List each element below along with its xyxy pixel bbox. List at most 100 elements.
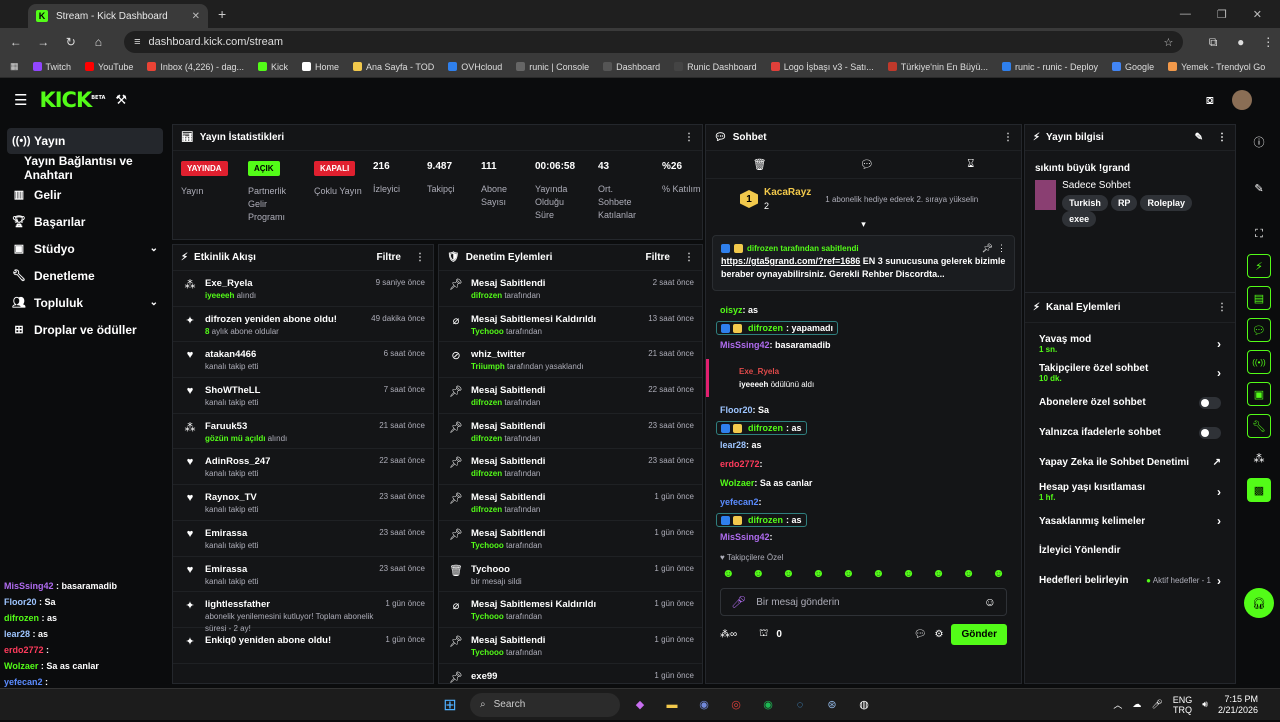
mic-tray-icon[interactable]: 🎤︎	[1151, 699, 1162, 710]
close-window-icon[interactable]: ✕	[1253, 8, 1262, 21]
avatar[interactable]	[1232, 90, 1252, 110]
send-button[interactable]: Gönder	[951, 624, 1007, 645]
bookmark-item[interactable]: Twitch	[32, 62, 71, 72]
back-icon[interactable]: ←	[4, 35, 28, 49]
emote-icon[interactable]: ☻	[872, 566, 885, 580]
bookmark-item[interactable]: Dashboard	[603, 62, 660, 72]
menu-icon[interactable]: ⋮	[1256, 35, 1280, 49]
emote-icon[interactable]: ☻	[752, 566, 765, 580]
info-icon[interactable]: ⓘ	[1247, 130, 1271, 154]
studio-icon[interactable]: ▣	[1247, 382, 1271, 406]
clock-time[interactable]: 7:15 PM	[1218, 694, 1258, 705]
extensions-icon[interactable]: ⧉	[1201, 35, 1225, 50]
lightning-icon[interactable]: ⚡︎	[1247, 254, 1271, 278]
channel-action-row[interactable]: Hesap yaşı kısıtlaması 1 hf. ›	[1025, 477, 1235, 507]
emote-icon[interactable]: ☻	[902, 566, 915, 580]
minimize-icon[interactable]: —	[1180, 8, 1191, 21]
more-options-icon[interactable]: ⋮	[684, 132, 694, 143]
channel-action-row[interactable]: Yasaklanmış kelimeler ›	[1025, 507, 1235, 537]
channel-action-row[interactable]: Abonelere özel sohbet	[1025, 388, 1235, 418]
steam-icon[interactable]: ⊛	[820, 693, 844, 717]
more-options-icon[interactable]: ⋮	[1003, 132, 1013, 143]
more-options-icon[interactable]: ⋮	[684, 252, 694, 263]
bookmark-item[interactable]: Kick	[257, 62, 288, 72]
profile-icon[interactable]: ●	[1229, 35, 1253, 49]
chat-user[interactable]: erdo2772	[720, 459, 760, 469]
bookmark-item[interactable]: runic - runic - Deploy	[1002, 62, 1098, 72]
sidebar-item-basarilar[interactable]: 🏆︎ Başarılar	[0, 208, 170, 235]
chat-user[interactable]: Wolzaer	[720, 478, 754, 488]
category-name[interactable]: Sadece Sohbet	[1062, 180, 1225, 191]
sidebar-item-droplar[interactable]: ⊞ Droplar ve ödüller	[0, 316, 170, 343]
sidebar-item-stream-key[interactable]: Yayın Bağlantısı ve Anahtarı	[0, 154, 170, 182]
maximize-icon[interactable]: ❐	[1217, 8, 1227, 21]
support-icon[interactable]: 🎧︎	[1244, 588, 1274, 618]
toggle-switch[interactable]	[1199, 396, 1221, 409]
app-icon[interactable]: ◌	[788, 693, 812, 717]
more-options-icon[interactable]: ⋮	[415, 252, 425, 263]
emote-icon[interactable]: ☻	[782, 566, 795, 580]
chrome-icon[interactable]: ◎	[724, 693, 748, 717]
emote-icon[interactable]: ☻	[842, 566, 855, 580]
wrench-icon[interactable]: 🔧︎	[1247, 414, 1271, 438]
sidebar-item-studyo[interactable]: ▣ Stüdyo ⌄	[0, 235, 170, 262]
tag[interactable]: Roleplay	[1140, 195, 1192, 211]
pinned-link[interactable]: https://gta5grand.com/?ref=1686	[721, 256, 860, 266]
edit-icon[interactable]: ✎	[1247, 176, 1271, 200]
channel-action-row[interactable]: İzleyici Yönlendir	[1025, 536, 1235, 566]
sidebar-item-yayin[interactable]: ((•)) Yayın	[7, 128, 163, 154]
tag[interactable]: RP	[1110, 195, 1138, 211]
chat-bubble-icon[interactable]: 💬︎	[860, 158, 874, 171]
chat-user[interactable]: yefecan2	[720, 497, 759, 507]
emoji-icon[interactable]: ☺	[984, 595, 996, 609]
folder-icon[interactable]: ▬	[660, 693, 684, 717]
chat-user[interactable]: MisSsing42	[720, 340, 770, 350]
browser-tab[interactable]: K Stream - Kick Dashboard ✕	[28, 4, 208, 28]
tray-chevron-icon[interactable]: ︿	[1113, 698, 1122, 711]
emote-icon[interactable]: ☻	[992, 566, 1005, 580]
bookmark-item[interactable]: Inbox (4,226) - dag...	[147, 62, 244, 72]
more-options-icon[interactable]: ⋮	[1217, 302, 1227, 313]
copilot-icon[interactable]: ◆	[628, 693, 652, 717]
lang-code[interactable]: ENG	[1173, 695, 1193, 705]
chat-bubble-icon[interactable]: 💬︎	[1247, 318, 1271, 342]
broadcast-icon[interactable]: ((•))	[1247, 350, 1271, 374]
site-info-icon[interactable]: ≡	[134, 36, 140, 48]
hourglass-icon[interactable]: ⌛︎	[967, 158, 974, 171]
trash-icon[interactable]: 🗑︎	[753, 158, 767, 171]
bookmark-item[interactable]: Ana Sayfa - TOD	[353, 62, 434, 72]
windows-start-icon[interactable]: ⊞	[438, 693, 462, 717]
emote-icon[interactable]: ☻	[962, 566, 975, 580]
channel-action-row[interactable]: Hedefleri belirleyin ● Aktif hedefler - 1…	[1025, 566, 1235, 596]
chat-user[interactable]: lear28	[720, 440, 746, 450]
sidebar-item-denetleme[interactable]: 🔧︎ Denetleme	[0, 262, 170, 289]
clock-date[interactable]: 2/21/2026	[1218, 705, 1258, 715]
chat-user[interactable]: difrozen	[748, 423, 783, 433]
hamburger-menu-icon[interactable]: ☰	[14, 91, 27, 109]
pinned-message[interactable]: difrozen tarafından sabitlendi 📌︎ ⋮ https:…	[712, 235, 1015, 291]
sidebar-item-gelir[interactable]: ▥ Gelir	[0, 181, 170, 208]
channel-action-row[interactable]: Yapay Zeka ile Sohbet Denetimi ↗	[1025, 447, 1235, 477]
edit-icon[interactable]: ✎	[1195, 132, 1203, 143]
bookmark-item[interactable]: Logo İşbaşı v3 - Satı...	[770, 62, 874, 72]
bookmark-star-icon[interactable]: ☆	[1164, 36, 1174, 49]
tag[interactable]: Turkish	[1062, 195, 1108, 211]
bookmark-item[interactable]: runic | Console	[516, 62, 589, 72]
activity-filter-button[interactable]: Filtre	[377, 252, 401, 263]
spotify-icon[interactable]: ◉	[756, 693, 780, 717]
bookmark-item[interactable]: Home	[301, 62, 339, 72]
store-icon[interactable]: ⛫	[759, 628, 768, 641]
emote-icon[interactable]: ☻	[812, 566, 825, 580]
chat-user[interactable]: difrozen	[748, 515, 783, 525]
drops-icon[interactable]: ⁂	[1247, 446, 1271, 470]
apps-grid-icon[interactable]: ▦	[10, 61, 19, 72]
moderation-filter-button[interactable]: Filtre	[646, 252, 670, 263]
channel-action-row[interactable]: Yalnızca ifadelerle sohbet	[1025, 418, 1235, 448]
chat-settings-bubble-icon[interactable]: 💬︎	[914, 629, 927, 640]
url-field[interactable]: ≡ dashboard.kick.com/stream ☆	[124, 31, 1184, 53]
channel-action-row[interactable]: Yavaş mod 1 sn. ›	[1025, 329, 1235, 359]
tag[interactable]: exee	[1062, 211, 1097, 227]
home-icon[interactable]: ⌂	[87, 35, 111, 49]
toggle-switch[interactable]	[1199, 426, 1221, 439]
chat-user[interactable]: oisyz	[720, 305, 743, 315]
